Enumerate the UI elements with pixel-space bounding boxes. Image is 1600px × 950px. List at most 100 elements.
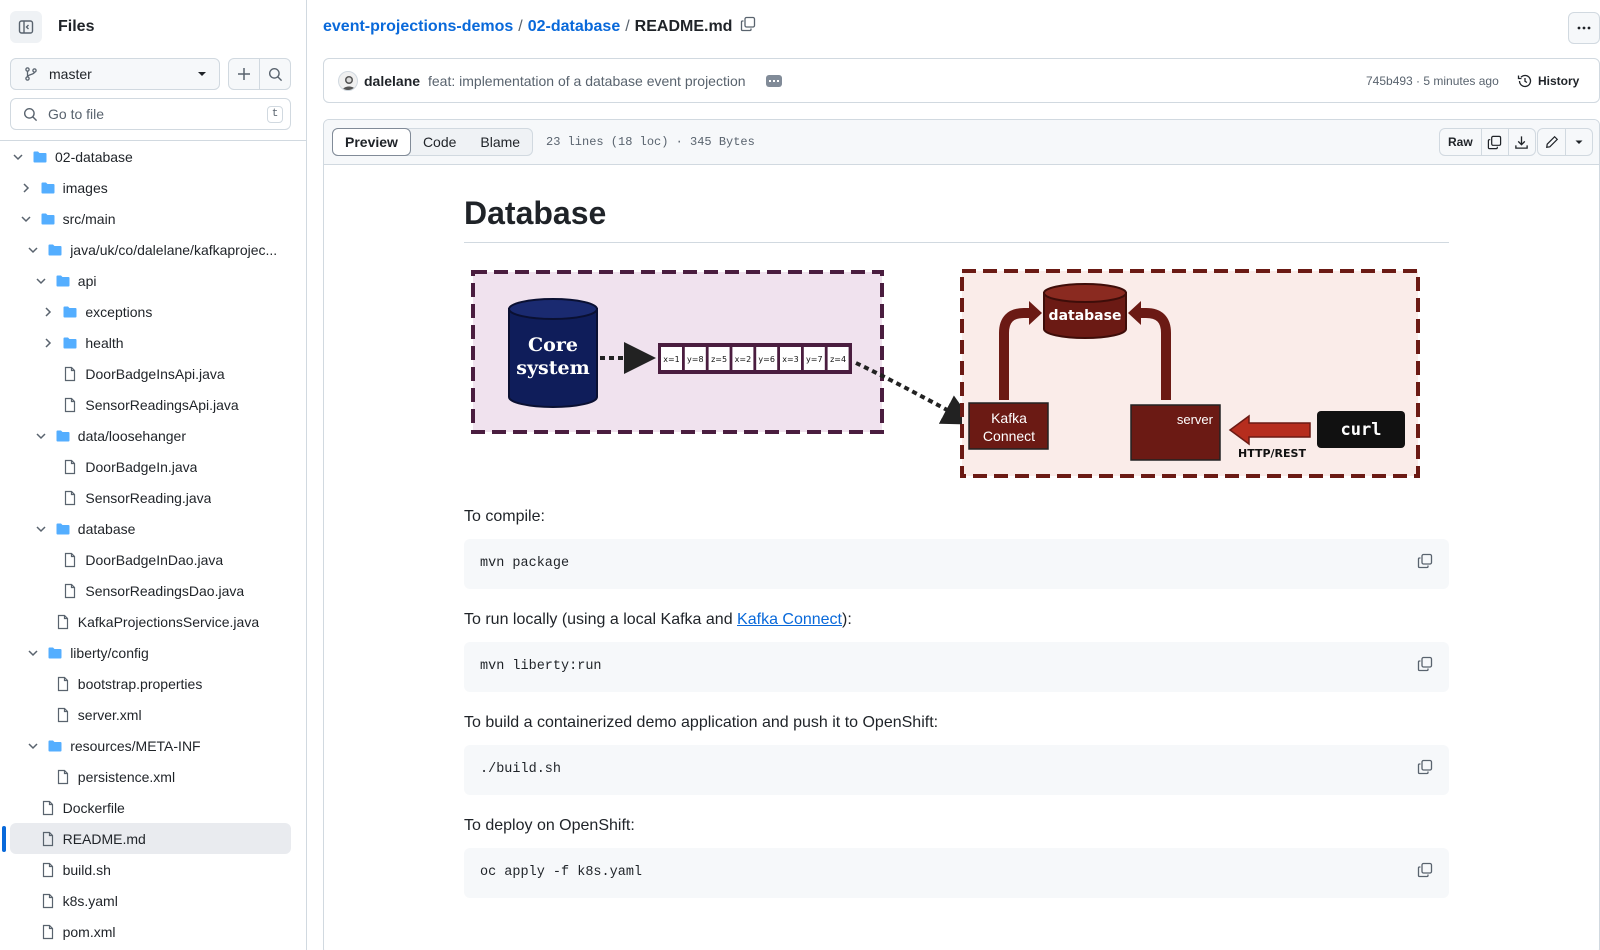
tab-preview[interactable]: Preview [332, 128, 411, 156]
tree-folder-item[interactable]: api [0, 265, 306, 296]
run-text-pre: To run locally (using a local Kafka and [464, 611, 738, 628]
edit-file-button[interactable] [1538, 129, 1565, 155]
tree-item-label: server.xml [77, 706, 142, 723]
tree-file-item[interactable]: Dockerfile [0, 792, 306, 823]
tree-file-item[interactable]: k8s.yaml [0, 885, 306, 916]
tab-blame[interactable]: Blame [468, 129, 532, 155]
tree-folder-item[interactable]: liberty/config [0, 637, 306, 668]
chevron-down-icon[interactable] [33, 521, 49, 537]
tree-file-item[interactable]: DoorBadgeIn.java [0, 451, 306, 482]
tree-folder-item[interactable]: resources/META-INF [0, 730, 306, 761]
heading-rule [464, 242, 1449, 243]
tree-folder-item[interactable]: database [0, 513, 306, 544]
caret-down-icon [198, 72, 206, 76]
readme-title: Database [464, 195, 607, 231]
search-files-button[interactable] [259, 58, 291, 90]
tree-file-item[interactable]: DoorBadgeInsApi.java [0, 358, 306, 389]
tree-file-item[interactable]: bootstrap.properties [0, 668, 306, 699]
tree-folder-item[interactable]: images [0, 172, 306, 203]
add-file-button[interactable] [228, 58, 260, 90]
commit-meta[interactable]: 745b493 · 5 minutes ago [1366, 74, 1499, 88]
tree-file-item[interactable]: persistence.xml [0, 761, 306, 792]
chevron-down-icon[interactable] [18, 211, 34, 227]
tab-code[interactable]: Code [411, 129, 468, 155]
copy-path-button[interactable] [740, 16, 756, 37]
core-system-cylinder: Core system [508, 298, 598, 408]
download-raw-button[interactable] [1507, 129, 1535, 155]
history-button[interactable]: History [1517, 73, 1579, 89]
deploy-command: oc apply -f k8s.yaml [480, 865, 643, 880]
event-cell-label: x=2 [735, 355, 752, 364]
tree-folder-item[interactable]: health [0, 327, 306, 358]
tree-file-item[interactable]: README.md [10, 823, 291, 854]
tree-file-item[interactable]: SensorReadingsApi.java [0, 389, 306, 420]
tree-item-label: images [62, 179, 108, 196]
tree-file-item[interactable]: pom.xml [0, 916, 306, 947]
copy-code-icon[interactable] [1417, 553, 1433, 569]
chevron-down-icon[interactable] [25, 738, 41, 754]
tree-item-label: k8s.yaml [62, 892, 118, 909]
folder-icon [47, 738, 63, 754]
file-icon [55, 769, 71, 785]
search-icon [268, 67, 282, 81]
breadcrumb-folder-link[interactable]: 02-database [528, 18, 621, 36]
history-label: History [1538, 74, 1580, 88]
tree-file-item[interactable]: DoorBadgeInDao.java [0, 544, 306, 575]
event-cell-label: x=1 [663, 355, 680, 364]
chevron-right-icon[interactable] [40, 304, 56, 320]
chevron-down-icon[interactable] [33, 273, 49, 289]
breadcrumb-repo-link[interactable]: event-projections-demos [323, 18, 513, 36]
compile-code-block: mvn package [464, 539, 1449, 589]
database-cylinder: database [1043, 283, 1127, 339]
file-viewer: Preview Code Blame 23 lines (18 loc) · 3… [323, 119, 1600, 950]
tree-folder-item[interactable]: 02-database [0, 141, 306, 172]
tree-folder-item[interactable]: src/main [0, 203, 306, 234]
tree-item-label: DoorBadgeInsApi.java [85, 365, 225, 382]
chevron-down-icon[interactable] [33, 428, 49, 444]
latest-commit-bar: dalelane feat: implementation of a datab… [323, 58, 1600, 103]
go-to-file-input[interactable]: Go to file t [10, 98, 291, 130]
chevron-right-icon[interactable] [40, 335, 56, 351]
branch-selector[interactable]: master [10, 58, 220, 90]
tree-folder-item[interactable]: data/loosehanger [0, 420, 306, 451]
tree-folder-item[interactable]: exceptions [0, 296, 306, 327]
deploy-code-block: oc apply -f k8s.yaml [464, 848, 1449, 898]
copy-code-icon[interactable] [1417, 759, 1433, 775]
tree-file-item[interactable]: SensorReadingsDao.java [0, 575, 306, 606]
copy-raw-button[interactable] [1480, 129, 1508, 155]
branch-name: master [49, 66, 92, 82]
database-label: database [1049, 308, 1122, 324]
more-options-button[interactable] [1568, 12, 1600, 44]
core-system-label-line2: system [516, 357, 589, 379]
kafka-connect-link[interactable]: Kafka Connect [737, 611, 842, 628]
tree-folder-item[interactable]: java/uk/co/dalelane/kafkaprojec... [0, 234, 306, 265]
commit-details-toggle[interactable] [766, 75, 782, 87]
tree-item-label: bootstrap.properties [77, 675, 203, 692]
chevron-down-icon[interactable] [10, 149, 26, 165]
copy-code-icon[interactable] [1417, 862, 1433, 878]
edit-actions-group [1537, 128, 1593, 156]
chevron-down-icon[interactable] [25, 645, 41, 661]
tree-item-label: README.md [62, 830, 146, 847]
build-code-block: ./build.sh [464, 745, 1449, 795]
kebab-horizontal-icon [1577, 26, 1591, 30]
edit-dropdown-button[interactable] [1565, 129, 1592, 155]
chevron-down-icon[interactable] [25, 242, 41, 258]
file-icon [62, 583, 78, 599]
breadcrumb-current-file: README.md [634, 17, 733, 35]
commit-message[interactable]: feat: implementation of a database event… [428, 73, 746, 89]
commit-author[interactable]: dalelane [364, 73, 420, 89]
chevron-right-icon[interactable] [18, 180, 34, 196]
copy-code-icon[interactable] [1417, 656, 1433, 672]
view-mode-tabs: Preview Code Blame [332, 128, 534, 156]
tree-file-item[interactable]: build.sh [0, 854, 306, 885]
event-cell-label: z=4 [830, 355, 846, 364]
tree-file-item[interactable]: KafkaProjectionsService.java [0, 606, 306, 637]
tree-item-label: SensorReading.java [85, 489, 212, 506]
tree-file-item[interactable]: SensorReading.java [0, 482, 306, 513]
avatar[interactable] [338, 71, 358, 91]
raw-button[interactable]: Raw [1440, 129, 1481, 155]
tree-file-item[interactable]: server.xml [0, 699, 306, 730]
event-cell-label: y=6 [758, 355, 775, 364]
collapse-sidebar-button[interactable] [10, 11, 42, 43]
